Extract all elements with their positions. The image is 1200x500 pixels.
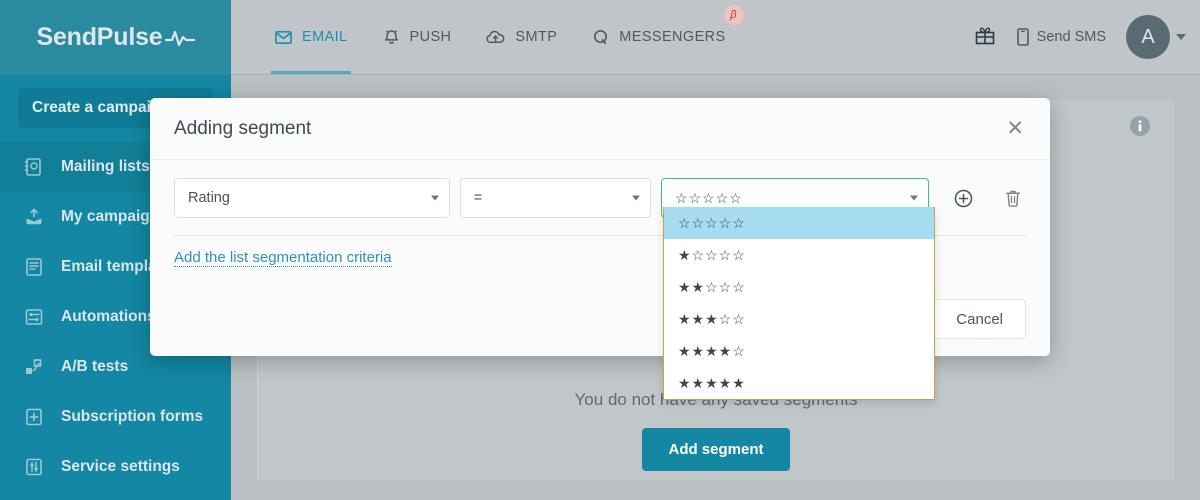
ab-split-icon xyxy=(22,355,46,379)
tab-label: EMAIL xyxy=(302,29,348,45)
dropdown-option-0-stars[interactable]: ☆☆☆☆☆ xyxy=(664,207,934,239)
modal-header: Adding segment ✕ xyxy=(150,98,1050,160)
template-icon xyxy=(22,255,46,279)
add-segmentation-criteria-link[interactable]: Add the list segmentation criteria xyxy=(174,249,392,267)
empty-state: You do not have any saved segments Add s… xyxy=(258,390,1174,471)
mobile-phone-icon xyxy=(1016,27,1030,47)
dropdown-option-4-stars[interactable]: ★★★★☆ xyxy=(664,335,934,367)
chevron-down-icon xyxy=(632,196,640,201)
top-navigation: EMAIL PUSH SMTP xyxy=(231,0,743,74)
tab-label: SMTP xyxy=(515,29,557,45)
cancel-button[interactable]: Cancel xyxy=(933,299,1026,339)
tab-email[interactable]: EMAIL xyxy=(257,0,365,74)
criteria-field-select[interactable]: Rating xyxy=(174,178,450,218)
close-icon[interactable]: ✕ xyxy=(1004,114,1026,143)
tab-label: PUSH xyxy=(410,29,452,45)
gift-icon[interactable] xyxy=(974,24,996,51)
dropdown-option-3-stars[interactable]: ★★★☆☆ xyxy=(664,303,934,335)
add-segment-button[interactable]: Add segment xyxy=(642,428,789,471)
chevron-down-icon xyxy=(910,196,918,201)
sliders-icon xyxy=(22,455,46,479)
criteria-value-stars: ☆☆☆☆☆ xyxy=(675,190,743,207)
tab-smtp[interactable]: SMTP xyxy=(468,0,574,74)
form-plus-icon xyxy=(22,405,46,429)
top-header: EMAIL PUSH SMTP xyxy=(231,0,1200,75)
tab-messengers[interactable]: MESSENGERS β xyxy=(574,0,742,74)
send-sms-label: Send SMS xyxy=(1037,29,1106,45)
avatar: A xyxy=(1126,15,1170,59)
sidebar-item-service-settings[interactable]: Service settings xyxy=(0,442,231,492)
header-actions: Send SMS A xyxy=(974,0,1200,74)
chevron-down-icon xyxy=(1176,34,1186,40)
upload-campaign-icon xyxy=(22,205,46,229)
sidebar-item-label: A/B tests xyxy=(61,358,128,376)
brand-name: SendPulse xyxy=(36,23,162,52)
dropdown-option-2-stars[interactable]: ★★☆☆☆ xyxy=(664,271,934,303)
cloud-upload-icon xyxy=(485,28,506,47)
chevron-down-icon xyxy=(431,196,439,201)
criteria-operator-value: = xyxy=(474,190,482,206)
pulse-icon xyxy=(165,29,195,47)
sidebar-item-label: Mailing lists xyxy=(61,158,150,176)
trash-icon[interactable] xyxy=(1000,185,1026,211)
criteria-field-value: Rating xyxy=(188,190,230,206)
bell-icon xyxy=(382,28,401,47)
dropdown-option-1-star[interactable]: ★☆☆☆☆ xyxy=(664,239,934,271)
send-sms-button[interactable]: Send SMS xyxy=(1016,27,1106,47)
sidebar-item-subscription-forms[interactable]: Subscription forms xyxy=(0,392,231,442)
sidebar-item-label: Automations xyxy=(61,308,156,326)
chat-bubble-icon xyxy=(591,28,610,47)
app-root: SendPulse Create a campaign Mailing list… xyxy=(0,0,1200,500)
info-circle-icon[interactable] xyxy=(1128,114,1152,138)
tab-label: MESSENGERS xyxy=(619,29,725,45)
envelope-icon xyxy=(274,28,293,47)
dropdown-option-5-stars[interactable]: ★★★★★ xyxy=(664,367,934,399)
modal-title: Adding segment xyxy=(174,118,311,140)
tab-push[interactable]: PUSH xyxy=(365,0,469,74)
sidebar-item-label: Subscription forms xyxy=(61,408,203,426)
plus-circle-icon[interactable] xyxy=(951,185,977,211)
account-menu[interactable]: A xyxy=(1126,15,1186,59)
beta-badge: β xyxy=(724,5,744,25)
rating-dropdown-menu: ☆☆☆☆☆ ★☆☆☆☆ ★★☆☆☆ ★★★☆☆ ★★★★☆ ★★★★★ xyxy=(663,207,935,400)
sidebar-item-label: Service settings xyxy=(61,458,180,476)
address-book-icon xyxy=(22,155,46,179)
brand-logo[interactable]: SendPulse xyxy=(0,0,231,75)
criteria-operator-select[interactable]: = xyxy=(460,178,651,218)
flow-icon xyxy=(22,305,46,329)
